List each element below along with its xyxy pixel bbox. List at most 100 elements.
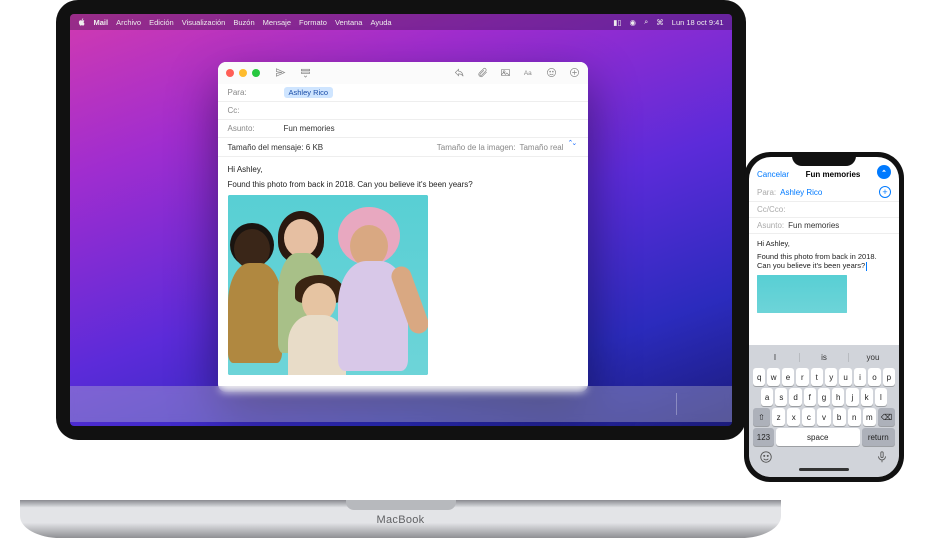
menubar-item[interactable]: Formato	[299, 18, 327, 27]
key-e[interactable]: e	[782, 368, 794, 386]
key-a[interactable]: a	[761, 388, 773, 406]
dock-app-icon[interactable]	[152, 390, 178, 416]
prediction[interactable]: I	[751, 353, 799, 362]
stepper-icon[interactable]	[568, 141, 578, 153]
key-shift[interactable]: ⇧	[753, 408, 770, 426]
emoji-keyboard-icon[interactable]	[759, 450, 773, 466]
battery-icon[interactable]: ▮▯	[613, 18, 621, 27]
key-n[interactable]: n	[848, 408, 861, 426]
key-f[interactable]: f	[804, 388, 816, 406]
send-icon[interactable]	[275, 67, 286, 80]
dock-app-icon[interactable]	[413, 390, 439, 416]
key-w[interactable]: w	[767, 368, 779, 386]
dock-app-icon[interactable]	[297, 390, 323, 416]
menubar-item[interactable]: Archivo	[116, 18, 141, 27]
dock-app-icon[interactable]	[500, 390, 526, 416]
key-g[interactable]: g	[818, 388, 830, 406]
menubar-item[interactable]: Ventana	[335, 18, 363, 27]
menubar-item[interactable]: Ayuda	[370, 18, 391, 27]
to-field-row[interactable]: Para: Ashley Rico	[218, 84, 588, 102]
key-m[interactable]: m	[863, 408, 876, 426]
key-q[interactable]: q	[753, 368, 765, 386]
control-center-icon[interactable]: ⌘	[656, 18, 664, 27]
key-h[interactable]: h	[832, 388, 844, 406]
wifi-icon[interactable]: ◉	[630, 18, 637, 27]
zoom-button[interactable]	[252, 69, 260, 77]
close-button[interactable]	[226, 69, 234, 77]
dock-app-icon[interactable]	[471, 390, 497, 416]
send-button[interactable]	[877, 165, 891, 179]
message-body[interactable]: Hi Ashley, Found this photo from back in…	[218, 157, 588, 392]
key-j[interactable]: j	[846, 388, 858, 406]
header-fields-icon[interactable]	[300, 67, 311, 80]
dock-app-icon[interactable]	[711, 390, 732, 416]
dock-app-icon[interactable]	[326, 390, 352, 416]
dock-app-icon[interactable]	[529, 390, 555, 416]
key-space[interactable]: space	[776, 428, 860, 446]
key-return[interactable]: return	[862, 428, 895, 446]
menubar-item[interactable]: Edición	[149, 18, 174, 27]
dock-app-icon[interactable]	[123, 390, 149, 416]
key-d[interactable]: d	[789, 388, 801, 406]
iphone-cc-row[interactable]: Cc/Cco:	[749, 202, 899, 218]
cancel-button[interactable]: Cancelar	[757, 170, 789, 179]
key-y[interactable]: y	[825, 368, 837, 386]
format-icon[interactable]: Aa	[523, 67, 534, 80]
dock-app-icon[interactable]	[181, 390, 207, 416]
dock-app-icon[interactable]	[94, 390, 120, 416]
key-o[interactable]: o	[868, 368, 880, 386]
dock-app-icon[interactable]	[587, 390, 613, 416]
iphone-message-body[interactable]: Hi Ashley, Found this photo from back in…	[749, 234, 899, 318]
image-size-select[interactable]: Tamaño real	[519, 143, 563, 152]
dock-app-icon[interactable]	[384, 390, 410, 416]
menubar-item[interactable]: Visualización	[182, 18, 226, 27]
dock-app-icon[interactable]	[268, 390, 294, 416]
menubar-clock[interactable]: Lun 18 oct 9:41	[672, 18, 724, 27]
key-l[interactable]: l	[875, 388, 887, 406]
iphone-subject-row[interactable]: Asunto: Fun memories	[749, 218, 899, 234]
dock-app-icon[interactable]	[442, 390, 468, 416]
attach-icon[interactable]	[477, 67, 488, 80]
menubar-item[interactable]: Mensaje	[263, 18, 291, 27]
menubar-app-name[interactable]: Mail	[94, 18, 109, 27]
apple-logo-icon[interactable]	[78, 18, 86, 26]
key-s[interactable]: s	[775, 388, 787, 406]
add-contact-icon[interactable]: +	[879, 186, 891, 198]
subject-field-row[interactable]: Asunto: Fun memories	[218, 120, 588, 138]
recipient-token[interactable]: Ashley Rico	[284, 87, 334, 98]
dock-app-icon[interactable]	[355, 390, 381, 416]
cc-field-row[interactable]: Cc:	[218, 102, 588, 120]
key-v[interactable]: v	[817, 408, 830, 426]
key-r[interactable]: r	[796, 368, 808, 386]
key-b[interactable]: b	[833, 408, 846, 426]
search-icon[interactable]: ⌕	[644, 17, 648, 27]
key-p[interactable]: p	[883, 368, 895, 386]
dock-app-icon[interactable]	[70, 390, 91, 416]
key-k[interactable]: k	[861, 388, 873, 406]
reply-icon[interactable]	[454, 67, 465, 80]
minimize-button[interactable]	[239, 69, 247, 77]
menubar-item[interactable]: Buzón	[233, 18, 254, 27]
dictation-icon[interactable]	[875, 450, 889, 466]
dock-app-icon[interactable]	[682, 390, 708, 416]
prediction[interactable]: is	[799, 353, 848, 362]
dock-app-icon[interactable]	[616, 390, 642, 416]
key-x[interactable]: x	[787, 408, 800, 426]
emoji-icon[interactable]	[546, 67, 557, 80]
iphone-attached-photo[interactable]	[757, 275, 847, 313]
dock-app-icon[interactable]	[645, 390, 671, 416]
key-z[interactable]: z	[772, 408, 785, 426]
dock-app-icon[interactable]	[558, 390, 584, 416]
key-t[interactable]: t	[811, 368, 823, 386]
prediction[interactable]: you	[848, 353, 897, 362]
dock-app-icon[interactable]	[239, 390, 265, 416]
home-indicator[interactable]	[799, 468, 849, 471]
key-delete[interactable]: ⌫	[878, 408, 895, 426]
key-u[interactable]: u	[839, 368, 851, 386]
markup-icon[interactable]	[569, 67, 580, 80]
key-c[interactable]: c	[802, 408, 815, 426]
photo-icon[interactable]	[500, 67, 511, 80]
key-123[interactable]: 123	[753, 428, 774, 446]
key-i[interactable]: i	[854, 368, 866, 386]
attached-photo[interactable]	[228, 195, 428, 375]
